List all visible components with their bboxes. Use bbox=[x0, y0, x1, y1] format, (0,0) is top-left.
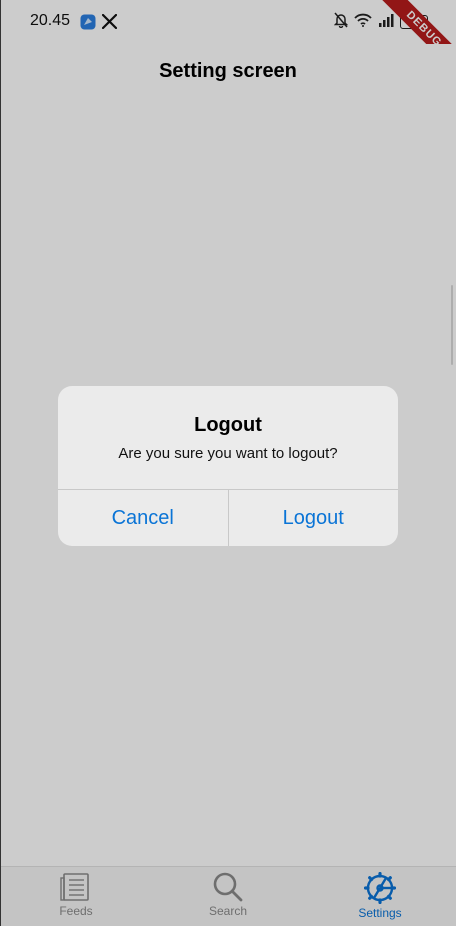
cancel-button[interactable]: Cancel bbox=[58, 490, 228, 546]
scroll-indicator bbox=[451, 285, 453, 365]
dialog-actions: Cancel Logout bbox=[58, 489, 398, 546]
confirm-logout-button[interactable]: Logout bbox=[227, 490, 399, 546]
dialog-message: Are you sure you want to logout? bbox=[118, 445, 338, 462]
screen: 20.45 57 DEBUG Setting screen Feeds Sear… bbox=[0, 0, 456, 926]
logout-dialog: Logout Are you sure you want to logout? … bbox=[58, 386, 398, 546]
screen-edge bbox=[0, 0, 1, 926]
dialog-title: Logout bbox=[194, 414, 262, 436]
